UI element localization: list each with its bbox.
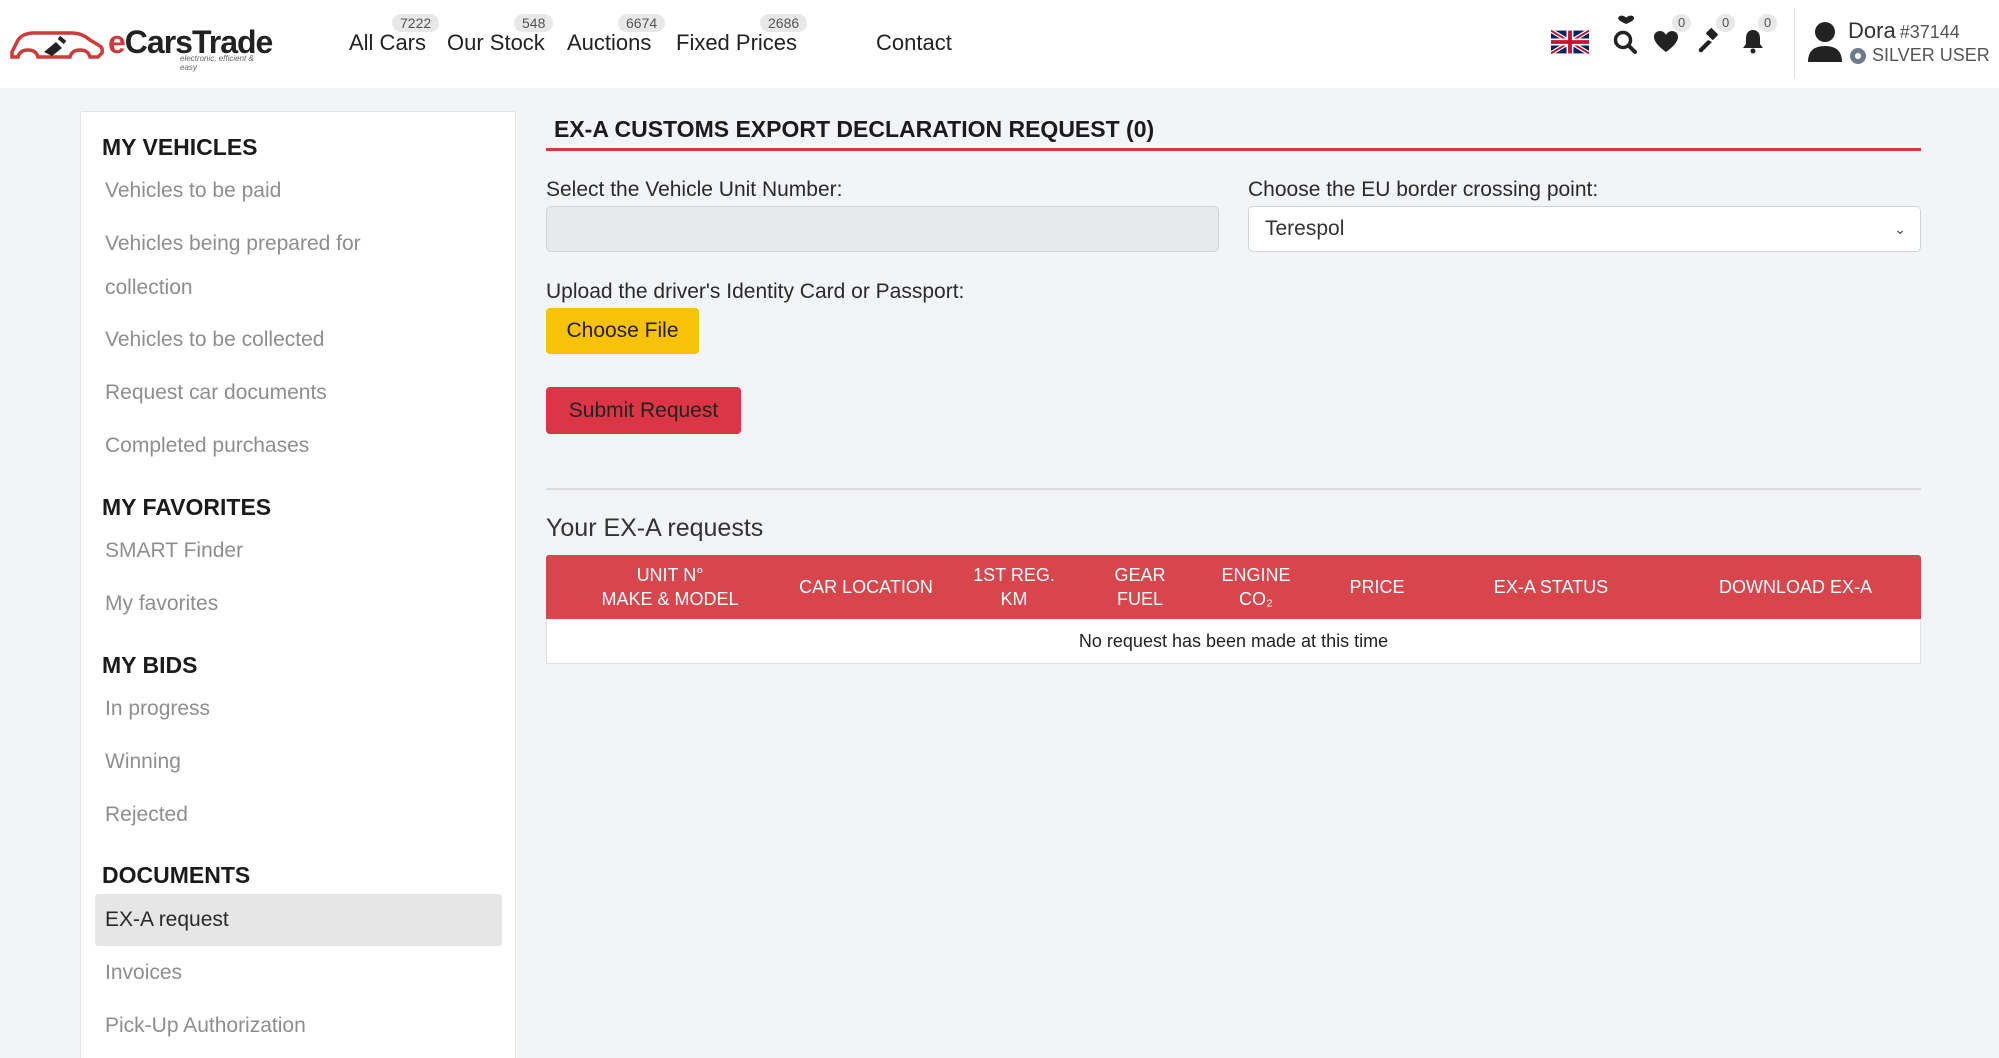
sidebar-item-vehicles-being-prepared-cont[interactable]: collection bbox=[105, 266, 193, 310]
section-divider bbox=[546, 488, 1921, 490]
user-name[interactable]: Dora #37144 bbox=[1848, 18, 1960, 44]
title-underline bbox=[546, 148, 1921, 151]
sidebar-item-my-favorites[interactable]: My favorites bbox=[105, 582, 218, 626]
sidebar-item-in-progress[interactable]: In progress bbox=[105, 687, 210, 731]
unit-number-label: Select the Vehicle Unit Number: bbox=[546, 178, 843, 201]
col-car-location[interactable]: CAR LOCATION bbox=[794, 555, 938, 619]
brand-logo[interactable]: eCarsTrade electronic, efficient & easy bbox=[8, 24, 273, 72]
top-header: eCarsTrade electronic, efficient & easy … bbox=[0, 0, 1999, 88]
upload-id-label: Upload the driver's Identity Card or Pas… bbox=[546, 280, 965, 303]
user-level: SILVER USER bbox=[1850, 45, 1990, 66]
col-exa-status[interactable]: EX-A STATUS bbox=[1432, 555, 1670, 619]
requests-section-title: Your EX-A requests bbox=[546, 514, 764, 542]
gavel-icon[interactable] bbox=[1697, 28, 1723, 54]
sidebar-item-completed-purchases[interactable]: Completed purchases bbox=[105, 424, 309, 468]
col-unit-make-model[interactable]: UNIT N° MAKE & MODEL bbox=[546, 555, 794, 619]
nav-auctions[interactable]: Auctions bbox=[567, 30, 651, 56]
border-point-select[interactable]: Terespol ⌄ bbox=[1248, 206, 1921, 252]
level-icon bbox=[1850, 47, 1866, 64]
bell-icon[interactable] bbox=[1741, 28, 1765, 54]
brand-tagline: electronic, efficient & easy bbox=[180, 54, 254, 72]
exa-requests-table: UNIT N° MAKE & MODEL CAR LOCATION 1ST REG… bbox=[546, 555, 1921, 664]
sidebar-heading-my-vehicles: MY VEHICLES bbox=[102, 134, 258, 160]
col-gear-fuel[interactable]: GEAR FUEL bbox=[1090, 555, 1190, 619]
sidebar-item-smart-finder[interactable]: SMART Finder bbox=[105, 529, 243, 573]
header-separator bbox=[1794, 8, 1795, 78]
col-engine-co2[interactable]: ENGINE CO₂ bbox=[1190, 555, 1322, 619]
page-title: EX-A CUSTOMS EXPORT DECLARATION REQUEST … bbox=[554, 116, 1155, 142]
table-header: UNIT N° MAKE & MODEL CAR LOCATION 1ST REG… bbox=[546, 555, 1921, 619]
favorite-search-icon[interactable] bbox=[1611, 14, 1641, 56]
heart-icon[interactable] bbox=[1653, 30, 1679, 54]
sidebar-item-pickup-authorization[interactable]: Pick-Up Authorization bbox=[105, 1004, 306, 1048]
nav-all-cars[interactable]: All Cars bbox=[349, 30, 426, 56]
nav-contact[interactable]: Contact bbox=[876, 30, 952, 56]
chevron-down-icon: ⌄ bbox=[1894, 221, 1906, 237]
sidebar-item-vehicles-to-be-paid[interactable]: Vehicles to be paid bbox=[105, 169, 281, 213]
sidebar-heading-my-bids: MY BIDS bbox=[102, 652, 198, 678]
empty-table-message: No request has been made at this time bbox=[546, 619, 1921, 664]
sidebar-item-winning[interactable]: Winning bbox=[105, 740, 181, 784]
sidebar-item-request-car-documents[interactable]: Request car documents bbox=[105, 371, 327, 415]
unit-number-input[interactable] bbox=[546, 206, 1219, 252]
user-avatar-icon[interactable] bbox=[1806, 20, 1844, 64]
choose-file-button[interactable]: Choose File bbox=[546, 308, 699, 354]
nav-fixed-prices[interactable]: Fixed Prices bbox=[676, 30, 797, 56]
sidebar-heading-my-favorites: MY FAVORITES bbox=[102, 494, 272, 520]
col-price[interactable]: PRICE bbox=[1322, 555, 1432, 619]
sidebar-heading-documents: DOCUMENTS bbox=[102, 862, 251, 888]
sidebar-item-rejected[interactable]: Rejected bbox=[105, 793, 188, 837]
sidebar-item-invoices[interactable]: Invoices bbox=[105, 951, 182, 995]
nav-our-stock[interactable]: Our Stock bbox=[447, 30, 545, 56]
account-sidebar: MY VEHICLES Vehicles to be paid Vehicles… bbox=[80, 111, 516, 1058]
border-point-label: Choose the EU border crossing point: bbox=[1248, 178, 1599, 201]
sidebar-item-vehicles-to-be-collected[interactable]: Vehicles to be collected bbox=[105, 318, 324, 362]
sidebar-item-exa-request[interactable]: EX-A request bbox=[95, 894, 502, 946]
uk-flag-icon[interactable] bbox=[1551, 30, 1589, 54]
user-id: #37144 bbox=[1899, 22, 1960, 42]
col-download-exa[interactable]: DOWNLOAD EX-A bbox=[1670, 555, 1921, 619]
border-point-value: Terespol bbox=[1265, 217, 1345, 240]
car-gavel-icon bbox=[10, 31, 104, 59]
col-first-reg-km[interactable]: 1ST REG. KM bbox=[938, 555, 1090, 619]
sidebar-item-vehicles-being-prepared[interactable]: Vehicles being prepared for bbox=[105, 222, 361, 266]
submit-request-button[interactable]: Submit Request bbox=[546, 387, 741, 434]
